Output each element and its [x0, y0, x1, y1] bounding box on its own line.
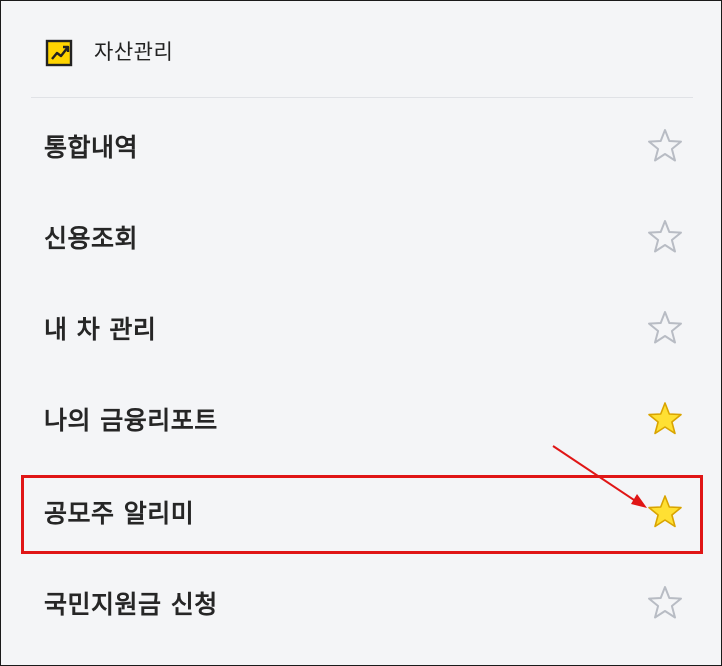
star-outline-icon[interactable] — [646, 309, 684, 347]
star-outline-icon[interactable] — [646, 127, 684, 165]
menu-item-label: 내 차 관리 — [44, 314, 157, 344]
menu-item-ipo-alert[interactable]: 공모주 알리미 — [1, 466, 721, 557]
asset-management-menu-panel: 자산관리 통합내역 신용조회 내 차 관리 나의 금융리포트 공모주 알리미 국… — [0, 0, 722, 666]
header-divider — [31, 97, 693, 98]
star-outline-icon[interactable] — [646, 584, 684, 622]
star-filled-icon[interactable] — [646, 493, 684, 531]
menu-item-national-support[interactable]: 국민지원금 신청 — [1, 557, 721, 648]
menu-item-label: 나의 금융리포트 — [44, 405, 218, 435]
menu-item-financial-report[interactable]: 나의 금융리포트 — [1, 373, 721, 464]
menu-item-label: 통합내역 — [44, 132, 139, 162]
section-header: 자산관리 — [1, 1, 721, 98]
chart-trend-icon — [45, 37, 75, 67]
star-filled-icon[interactable] — [646, 400, 684, 438]
menu-item-integrated-history[interactable]: 통합내역 — [1, 100, 721, 191]
menu-item-credit-inquiry[interactable]: 신용조회 — [1, 191, 721, 282]
section-title: 자산관리 — [94, 40, 174, 64]
menu-item-label: 공모주 알리미 — [44, 498, 195, 528]
menu-item-label: 국민지원금 신청 — [44, 589, 218, 619]
menu-item-my-car[interactable]: 내 차 관리 — [1, 282, 721, 373]
star-outline-icon[interactable] — [646, 218, 684, 256]
menu-item-label: 신용조회 — [44, 223, 139, 253]
